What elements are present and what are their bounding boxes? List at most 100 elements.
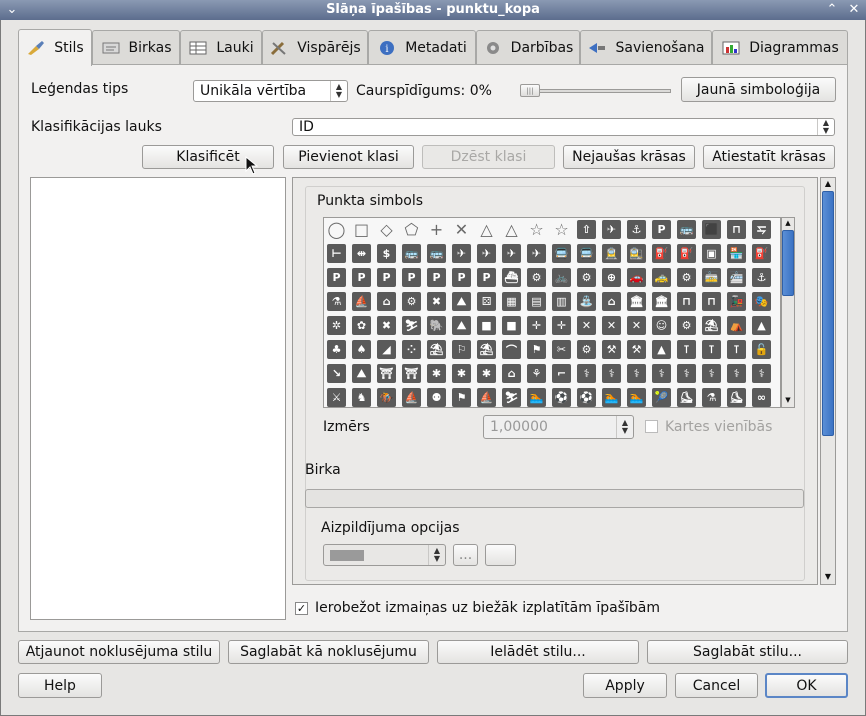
symbol-cell[interactable]: ⊺: [727, 340, 746, 359]
symbol-cell[interactable]: ✱: [427, 364, 446, 383]
apply-button[interactable]: Apply: [583, 673, 667, 698]
symbol-cell[interactable]: ⛺: [727, 316, 746, 335]
symbol-cell[interactable]: ⚽: [577, 388, 596, 407]
symbol-cell[interactable]: ✲: [327, 316, 346, 335]
symbol-cell[interactable]: ∞: [752, 388, 771, 407]
symbol-cell[interactable]: +: [427, 220, 446, 239]
symbol-cell[interactable]: ⛽: [677, 244, 696, 263]
label-field-input[interactable]: [305, 489, 804, 508]
symbol-cell[interactable]: ⛵: [402, 388, 421, 407]
symbol-cell[interactable]: ⛰: [452, 316, 471, 335]
symbol-cell[interactable]: P: [452, 268, 471, 287]
symbol-cell[interactable]: ✱: [452, 364, 471, 383]
scroll-up-icon[interactable]: ▲: [822, 178, 834, 190]
symbol-cell[interactable]: ⛽: [752, 244, 771, 263]
symbol-cell[interactable]: ⚙: [527, 268, 546, 287]
symbol-cell[interactable]: ✕: [602, 316, 621, 335]
symbol-cell[interactable]: ⚕: [602, 364, 621, 383]
symbol-cell[interactable]: ⊓: [727, 220, 746, 239]
legend-type-select[interactable]: Unikāla vērtība ▲ ▼: [193, 80, 348, 102]
symbol-cell[interactable]: ⛩: [377, 364, 396, 383]
symbol-cell[interactable]: ⌂: [377, 292, 396, 311]
tab-darbibas[interactable]: Darbības: [476, 30, 580, 64]
symbol-panel-scrollbar[interactable]: ▲ ▼: [820, 177, 836, 585]
symbol-cell[interactable]: ⚑: [527, 340, 546, 359]
symbol-cell[interactable]: ⛱: [427, 340, 446, 359]
symbol-cell[interactable]: ⚔: [327, 388, 346, 407]
symbol-cell[interactable]: ⚙: [402, 292, 421, 311]
symbol-cell[interactable]: ⚙: [677, 268, 696, 287]
fill-style-select[interactable]: ▲ ▼: [323, 544, 446, 566]
symbol-cell[interactable]: ▲: [652, 340, 671, 359]
window-maximize-icon[interactable]: ⌃: [824, 2, 840, 18]
symbol-cell[interactable]: 🚉: [627, 244, 646, 263]
symbol-cell[interactable]: 🏇: [377, 388, 396, 407]
symbol-cell[interactable]: ⛷: [402, 316, 421, 335]
symbol-cell[interactable]: ⊢: [327, 244, 346, 263]
transparency-slider-handle[interactable]: |||: [520, 84, 540, 97]
symbol-cell[interactable]: 🏛: [627, 292, 646, 311]
scroll-thumb[interactable]: [822, 191, 834, 436]
ok-button[interactable]: OK: [765, 673, 848, 698]
scroll-down-icon[interactable]: ▼: [782, 395, 794, 406]
save-as-default-button[interactable]: Saglabāt kā noklusējumu: [228, 640, 429, 664]
symbol-cell[interactable]: ✈: [502, 244, 521, 263]
symbol-cell[interactable]: ■: [477, 316, 496, 335]
symbol-cell[interactable]: ✖: [427, 292, 446, 311]
fill-color-button[interactable]: [485, 544, 516, 566]
symbol-cell[interactable]: ⁘: [402, 340, 421, 359]
symbol-cell[interactable]: ⚕: [577, 364, 596, 383]
symbol-cell[interactable]: ✕: [627, 316, 646, 335]
save-style-button[interactable]: Saglabāt stilu...: [647, 640, 848, 664]
tab-birkas[interactable]: Birkas: [92, 30, 180, 64]
size-spinbox[interactable]: 1,00000 ▲ ▼: [483, 415, 634, 439]
tab-visparejs[interactable]: Vispārējs: [262, 30, 368, 64]
symbol-cell[interactable]: 🎭: [752, 292, 771, 311]
symbol-cell[interactable]: ⚕: [627, 364, 646, 383]
symbol-cell[interactable]: 🚌: [402, 244, 421, 263]
symbol-cell[interactable]: ✿: [352, 316, 371, 335]
symbol-cell[interactable]: ▣: [702, 244, 721, 263]
symbol-cell[interactable]: ✈: [477, 244, 496, 263]
symbol-cell[interactable]: ♣: [327, 340, 346, 359]
map-units-checkbox[interactable]: [645, 420, 658, 433]
symbol-cell[interactable]: 🎾: [652, 388, 671, 407]
reset-colors-button[interactable]: Atiestatīt krāsas: [703, 145, 835, 169]
symbol-cell[interactable]: ⛷: [502, 388, 521, 407]
tab-lauki[interactable]: Lauki: [180, 30, 262, 64]
symbol-cell[interactable]: ⚕: [752, 364, 771, 383]
symbol-grid[interactable]: ◯ □ ◇ ⬠ + ✕ △ △ ☆ ☆ ⇧ ✈ ⚓ P 🚌 ⬛ ⊓ ⥧ ⊢ ⇹ $ 🚌 🚌 ✈ ✈ ✈ ✈ 🚍 🚍 🚊 🚉 ⛽ ⛽ ▣ 🏪 ⛽ P P P P…: [323, 217, 781, 408]
symbol-cell[interactable]: 🚍: [552, 244, 571, 263]
symbol-cell[interactable]: P: [377, 268, 396, 287]
symbol-cell[interactable]: ⚕: [652, 364, 671, 383]
symbol-cell[interactable]: P: [352, 268, 371, 287]
symbol-cell[interactable]: ✕: [452, 220, 471, 239]
symbol-cell[interactable]: P: [427, 268, 446, 287]
symbol-cell[interactable]: ⚉: [427, 388, 446, 407]
symbol-cell[interactable]: ⌐: [552, 364, 571, 383]
symbol-cell[interactable]: 🏊: [527, 388, 546, 407]
transparency-slider-track[interactable]: [520, 89, 671, 93]
symbol-cell[interactable]: 🚗: [627, 268, 646, 287]
symbol-cell[interactable]: ⌂: [502, 364, 521, 383]
symbol-cell[interactable]: ◯: [327, 220, 346, 239]
symbol-cell[interactable]: P: [402, 268, 421, 287]
symbol-cell[interactable]: ⛵: [352, 292, 371, 311]
symbol-cell[interactable]: ⚙: [577, 268, 596, 287]
load-style-button[interactable]: Ielādēt stilu...: [437, 640, 639, 664]
symbol-cell[interactable]: P: [477, 268, 496, 287]
symbol-cell[interactable]: ⌂: [602, 292, 621, 311]
symbol-cell[interactable]: ⛱: [702, 316, 721, 335]
symbol-cell[interactable]: ⚓: [627, 220, 646, 239]
symbol-cell[interactable]: ⛴: [502, 268, 521, 287]
symbol-cell[interactable]: ⛰: [452, 292, 471, 311]
symbol-cell[interactable]: 🔓: [752, 340, 771, 359]
tab-stils[interactable]: Stils: [18, 29, 92, 66]
symbol-cell[interactable]: ⊓: [702, 292, 721, 311]
symbol-cell[interactable]: ⛵: [477, 388, 496, 407]
tab-metadati[interactable]: i Metadati: [368, 30, 476, 64]
fill-more-button[interactable]: ...: [453, 544, 478, 566]
symbol-cell[interactable]: 🚌: [427, 244, 446, 263]
scroll-up-icon[interactable]: ▲: [782, 218, 794, 229]
restore-default-style-button[interactable]: Atjaunot noklusējuma stilu: [18, 640, 220, 664]
